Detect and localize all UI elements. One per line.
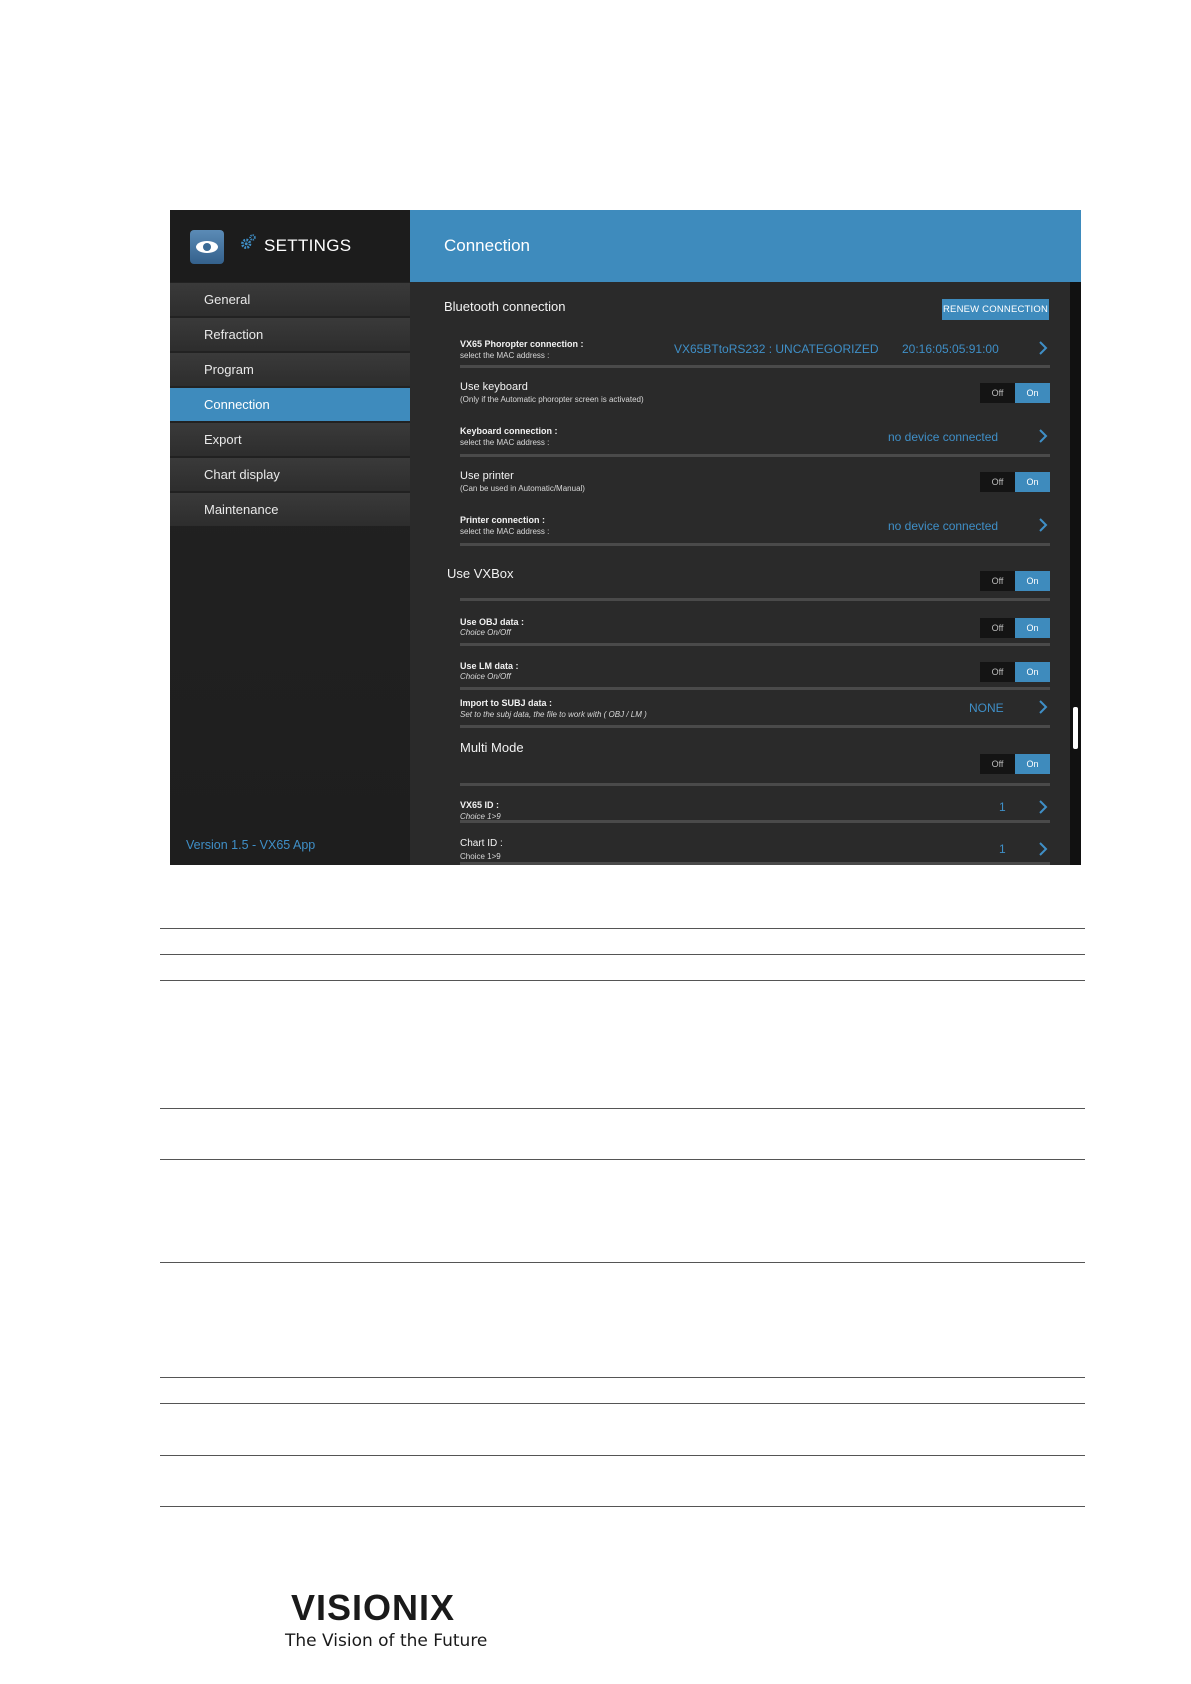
use-lm-data-label: Use LM data : (460, 661, 519, 671)
use-printer-row: Use printer (Can be used in Automatic/Ma… (460, 470, 1050, 500)
brand-wordmark: VISIONIX (291, 1587, 456, 1628)
toggle-on[interactable]: On (1015, 472, 1050, 492)
use-obj-data-label: Use OBJ data : (460, 617, 525, 627)
use-printer-toggle[interactable]: Off On (980, 472, 1050, 492)
use-obj-data-sub: Choice On/Off (460, 628, 511, 637)
vx65-id-row[interactable]: VX65 ID : Choice 1>9 1 (460, 789, 1050, 823)
chevron-right-icon (1039, 800, 1048, 814)
table-rule (160, 928, 1085, 929)
import-subj-data-label: Import to SUBJ data : (460, 698, 553, 708)
table-rule (160, 1455, 1085, 1456)
toggle-off[interactable]: Off (980, 618, 1015, 638)
scrollbar-track[interactable] (1070, 282, 1081, 865)
use-printer-label: Use printer (460, 470, 514, 482)
use-vxbox-toggle[interactable]: Off On (980, 571, 1050, 591)
page-title: Connection (444, 236, 531, 255)
multi-mode-toggle[interactable]: Off On (980, 754, 1050, 774)
sidebar-item-chart-display[interactable]: Chart display (170, 458, 410, 491)
table-rule (160, 954, 1085, 955)
brand-logo: VISIONIX The Vision of the Future (283, 1587, 503, 1657)
table-rule (160, 1159, 1085, 1160)
toggle-on[interactable]: On (1015, 571, 1050, 591)
chevron-right-icon (1039, 518, 1048, 532)
use-obj-data-row: Use OBJ data : Choice On/Off Off On (460, 614, 1050, 646)
sidebar-item-connection[interactable]: Connection (170, 388, 410, 421)
phoropter-connection-sub: select the MAC address : (460, 351, 550, 360)
chevron-right-icon (1039, 341, 1048, 355)
sidebar-item-program[interactable]: Program (170, 353, 410, 386)
chevron-right-icon (1039, 700, 1048, 714)
main-panel: Connection Bluetooth connection RENEW CO… (410, 210, 1081, 865)
brand-tagline: The Vision of the Future (285, 1631, 488, 1651)
use-keyboard-row: Use keyboard (Only if the Automatic phor… (460, 381, 1050, 411)
keyboard-connection-label: Keyboard connection : (460, 426, 558, 436)
table-rule (160, 1108, 1085, 1109)
sidebar-item-export[interactable]: Export (170, 423, 410, 456)
toggle-off[interactable]: Off (980, 754, 1015, 774)
phoropter-mac-value: 20:16:05:05:91:00 (902, 342, 999, 356)
use-obj-data-toggle[interactable]: Off On (980, 618, 1050, 638)
toggle-off[interactable]: Off (980, 662, 1015, 682)
use-vxbox-row: Off On (460, 563, 1050, 601)
settings-list: Bluetooth connection RENEW CONNECTION VX… (410, 282, 1070, 865)
chevron-right-icon (1039, 842, 1048, 856)
printer-connection-row[interactable]: Printer connection : select the MAC addr… (460, 513, 1050, 546)
table-rule (160, 1377, 1085, 1378)
sidebar-title: SETTINGS (264, 236, 352, 255)
printer-connection-sub: select the MAC address : (460, 527, 550, 536)
use-keyboard-label: Use keyboard (460, 381, 528, 393)
toggle-on[interactable]: On (1015, 754, 1050, 774)
gear-icon (241, 234, 256, 249)
import-subj-data-row[interactable]: Import to SUBJ data : Set to the subj da… (460, 695, 1050, 728)
table-rule (160, 1262, 1085, 1263)
settings-screen: SETTINGS General Refraction Program Conn… (170, 210, 1081, 865)
sidebar: SETTINGS General Refraction Program Conn… (170, 210, 410, 865)
sidebar-item-general[interactable]: General (170, 283, 410, 316)
table-rule (160, 1403, 1085, 1404)
sidebar-header: SETTINGS (170, 210, 410, 282)
chart-id-value: 1 (999, 842, 1006, 856)
multi-mode-row: Multi Mode Off On (460, 740, 1050, 786)
use-lm-data-toggle[interactable]: Off On (980, 662, 1050, 682)
use-keyboard-toggle[interactable]: Off On (980, 383, 1050, 403)
printer-connection-value: no device connected (888, 519, 999, 533)
keyboard-connection-sub: select the MAC address : (460, 438, 550, 447)
toggle-on[interactable]: On (1015, 383, 1050, 403)
sidebar-item-refraction[interactable]: Refraction (170, 318, 410, 351)
toggle-off[interactable]: Off (980, 383, 1015, 403)
use-keyboard-sub: (Only if the Automatic phoropter screen … (460, 395, 644, 404)
toggle-on[interactable]: On (1015, 618, 1050, 638)
chart-id-sub: Choice 1>9 (460, 852, 501, 861)
phoropter-connection-row[interactable]: VX65 Phoropter connection : select the M… (460, 336, 1050, 368)
multi-mode-title: Multi Mode (460, 740, 524, 755)
main-header: Connection (410, 210, 1081, 282)
toggle-off[interactable]: Off (980, 571, 1015, 591)
sidebar-item-maintenance[interactable]: Maintenance (170, 493, 410, 526)
chevron-right-icon (1039, 429, 1048, 443)
phoropter-connection-label: VX65 Phoropter connection : (460, 339, 584, 349)
toggle-on[interactable]: On (1015, 662, 1050, 682)
sidebar-nav: General Refraction Program Connection Ex… (170, 283, 410, 528)
import-subj-data-value: NONE (969, 701, 1004, 715)
scrollbar-thumb[interactable] (1073, 707, 1078, 749)
app-logo-icon (190, 230, 224, 264)
phoropter-device-value: VX65BTtoRS232 : UNCATEGORIZED (674, 342, 879, 356)
toggle-off[interactable]: Off (980, 472, 1015, 492)
chart-id-row[interactable]: Chart ID : Choice 1>9 1 (460, 834, 1050, 865)
use-printer-sub: (Can be used in Automatic/Manual) (460, 484, 585, 493)
bluetooth-section-title: Bluetooth connection (444, 299, 566, 314)
table-rule (160, 1506, 1085, 1507)
vx65-id-label: VX65 ID : (460, 800, 500, 810)
use-lm-data-row: Use LM data : Choice On/Off Off On (460, 658, 1050, 690)
version-label: Version 1.5 - VX65 App (186, 838, 316, 852)
table-rule (160, 980, 1085, 981)
keyboard-connection-value: no device connected (888, 430, 999, 444)
printer-connection-label: Printer connection : (460, 515, 546, 525)
renew-connection-button[interactable]: RENEW CONNECTION (942, 299, 1049, 320)
use-lm-data-sub: Choice On/Off (460, 672, 511, 681)
vx65-id-value: 1 (999, 800, 1006, 814)
keyboard-connection-row[interactable]: Keyboard connection : select the MAC add… (460, 424, 1050, 457)
chart-id-label: Chart ID : (460, 838, 503, 849)
import-subj-data-sub: Set to the subj data, the file to work w… (460, 710, 647, 719)
